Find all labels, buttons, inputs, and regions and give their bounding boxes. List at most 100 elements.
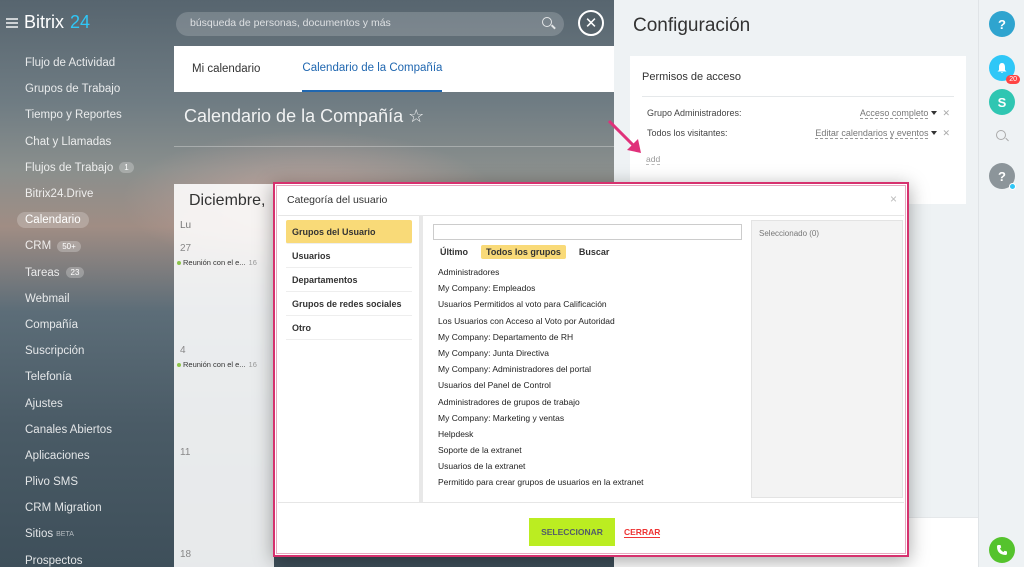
divider [419,215,423,502]
sidebar-item-suscripcion[interactable]: Suscripción [0,338,170,364]
tab-calendario-compania[interactable]: Calendario de la Compañía [302,46,443,92]
sidebar-item-ajustes[interactable]: Ajustes [0,390,170,416]
list-item[interactable]: Los Usuarios con Acceso al Voto por Auto… [438,316,644,332]
permission-label: Grupo Administradores: [647,108,742,118]
close-slider-button[interactable]: ✕ [578,10,604,36]
divider [278,215,904,216]
list-item[interactable]: My Company: Junta Directiva [438,348,644,364]
permission-row: Grupo Administradores: Acceso completo ✕ [647,108,950,122]
online-status-icon [1009,183,1016,190]
day-number[interactable]: 18 [180,549,191,560]
day-number[interactable]: 11 [180,447,190,458]
bell-icon [997,63,1007,73]
sidebar-item-crm-migration[interactable]: CRM Migration [0,495,170,521]
remove-icon[interactable]: ✕ [942,128,950,138]
caret-down-icon[interactable] [931,131,938,135]
list-item[interactable]: Helpdesk [438,429,644,445]
subtab-buscar[interactable]: Buscar [574,245,615,259]
filter-input[interactable] [433,224,742,240]
sidebar-item-tiempo-y-reportes[interactable]: Tiempo y Reportes [0,102,170,128]
phone-button[interactable] [989,537,1015,563]
skype-icon: S [997,94,1007,110]
logo[interactable]: Bitrix 24 [6,12,90,33]
sidebar-item-aplicaciones[interactable]: Aplicaciones [0,443,170,469]
category-departamentos[interactable]: Departamentos [286,268,412,292]
close-icon: ✕ [584,15,598,32]
avatar[interactable]: ? [989,163,1016,190]
notifications-button[interactable]: 20 [989,55,1020,84]
calendar-event[interactable]: Reunión con el e... 16 [177,258,257,267]
user-category-dialog: Categoría del usuario × Grupos del Usuar… [273,182,909,557]
chat-button[interactable]: S [989,89,1015,115]
category-grupos-del-usuario[interactable]: Grupos del Usuario [286,220,412,244]
list-item[interactable]: Soporte de la extranet [438,445,644,461]
logo-number: 24 [70,12,91,32]
list-item[interactable]: Administradores [438,267,644,283]
search-icon[interactable] [996,130,1006,140]
sidebar-item-grupos-de-trabajo[interactable]: Grupos de Trabajo [0,76,170,102]
dialog-title: Categoría del usuario [287,194,388,206]
list-item[interactable]: Usuarios Permitidos al voto para Calific… [438,299,644,315]
permission-level-select[interactable]: Acceso completo [859,108,929,119]
category-grupos-redes-sociales[interactable]: Grupos de redes sociales [286,292,412,316]
sidebar-item-bitrix24-drive[interactable]: Bitrix24.Drive [0,181,170,207]
subtab-ultimo[interactable]: Último [435,245,473,259]
divider [278,502,904,503]
sidebar-item-prospectos[interactable]: Prospectos [0,548,170,567]
sidebar-item-sitios[interactable]: Sitios BETA [0,521,170,547]
beta-badge: BETA [56,530,74,538]
list-item[interactable]: Permitido para crear grupos de usuarios … [438,477,644,493]
list-item[interactable]: Usuarios de la extranet [438,461,644,477]
sidebar-item-flujos-de-trabajo[interactable]: Flujos de Trabajo 1 [0,155,170,181]
search-input[interactable]: búsqueda de personas, documentos y más [176,12,564,36]
sidebar-item-webmail[interactable]: Webmail [0,286,170,312]
list-item[interactable]: My Company: Administradores del portal [438,364,644,380]
day-number[interactable]: 27 [180,243,191,254]
category-otro[interactable]: Otro [286,316,412,340]
logo-text: Bitrix [24,12,64,32]
permission-label: Todos los visitantes: [647,128,728,138]
day-number[interactable]: 4 [180,345,186,356]
permission-level-select[interactable]: Editar calendarios y eventos [815,128,929,139]
tab-mi-calendario[interactable]: Mi calendario [192,46,260,92]
help-button[interactable]: ? [989,11,1015,37]
group-list: Administradores My Company: Empleados Us… [438,267,644,494]
selected-panel: Seleccionado (0) [751,220,903,498]
count-badge: 1 [119,162,134,174]
search-icon[interactable] [542,17,552,27]
sidebar-item-telefonia[interactable]: Telefonía [0,364,170,390]
subtab-todos-los-grupos[interactable]: Todos los grupos [481,245,566,259]
sidebar-item-plivo-sms[interactable]: Plivo SMS [0,469,170,495]
select-button[interactable]: SELECCIONAR [529,518,615,546]
calendar-event[interactable]: Reunión con el e... 16 [177,360,257,369]
list-item[interactable]: Usuarios del Panel de Control [438,380,644,396]
right-rail: ? 20 S ? [978,0,1024,567]
remove-icon[interactable]: ✕ [942,108,950,118]
category-usuarios[interactable]: Usuarios [286,244,412,268]
close-icon[interactable]: × [890,192,897,206]
list-item[interactable]: My Company: Empleados [438,283,644,299]
close-button[interactable]: CERRAR [624,527,661,538]
sidebar-item-compania[interactable]: Compañía [0,312,170,338]
page-title: Calendario de la Compañía ☆ [184,106,425,126]
phone-icon [997,545,1007,555]
sidebar-item-canales-abiertos[interactable]: Canales Abiertos [0,417,170,443]
menu-icon[interactable] [6,17,18,28]
sidebar-item-flujo-de-actividad[interactable]: Flujo de Actividad [0,50,170,76]
month-label: Diciembre, [189,192,266,209]
divider [174,146,614,147]
sidebar-item-calendario[interactable]: Calendario [0,207,170,233]
calendar-tabs: Mi calendario Calendario de la Compañía [174,46,614,92]
panel-title: Configuración [633,15,751,36]
list-item[interactable]: My Company: Departamento de RH [438,332,644,348]
sidebar-item-tareas[interactable]: Tareas 23 [0,260,170,286]
sidebar-item-chat-y-llamadas[interactable]: Chat y Llamadas [0,129,170,155]
search-placeholder: búsqueda de personas, documentos y más [190,17,391,29]
sidebar-item-crm[interactable]: CRM 50+ [0,233,170,259]
add-permission-link[interactable]: add [646,154,661,165]
section-title: Permisos de acceso [642,71,742,83]
selected-count: Seleccionado (0) [759,229,820,238]
list-item[interactable]: Administradores de grupos de trabajo [438,397,644,413]
caret-down-icon[interactable] [931,111,938,115]
list-item[interactable]: My Company: Marketing y ventas [438,413,644,429]
